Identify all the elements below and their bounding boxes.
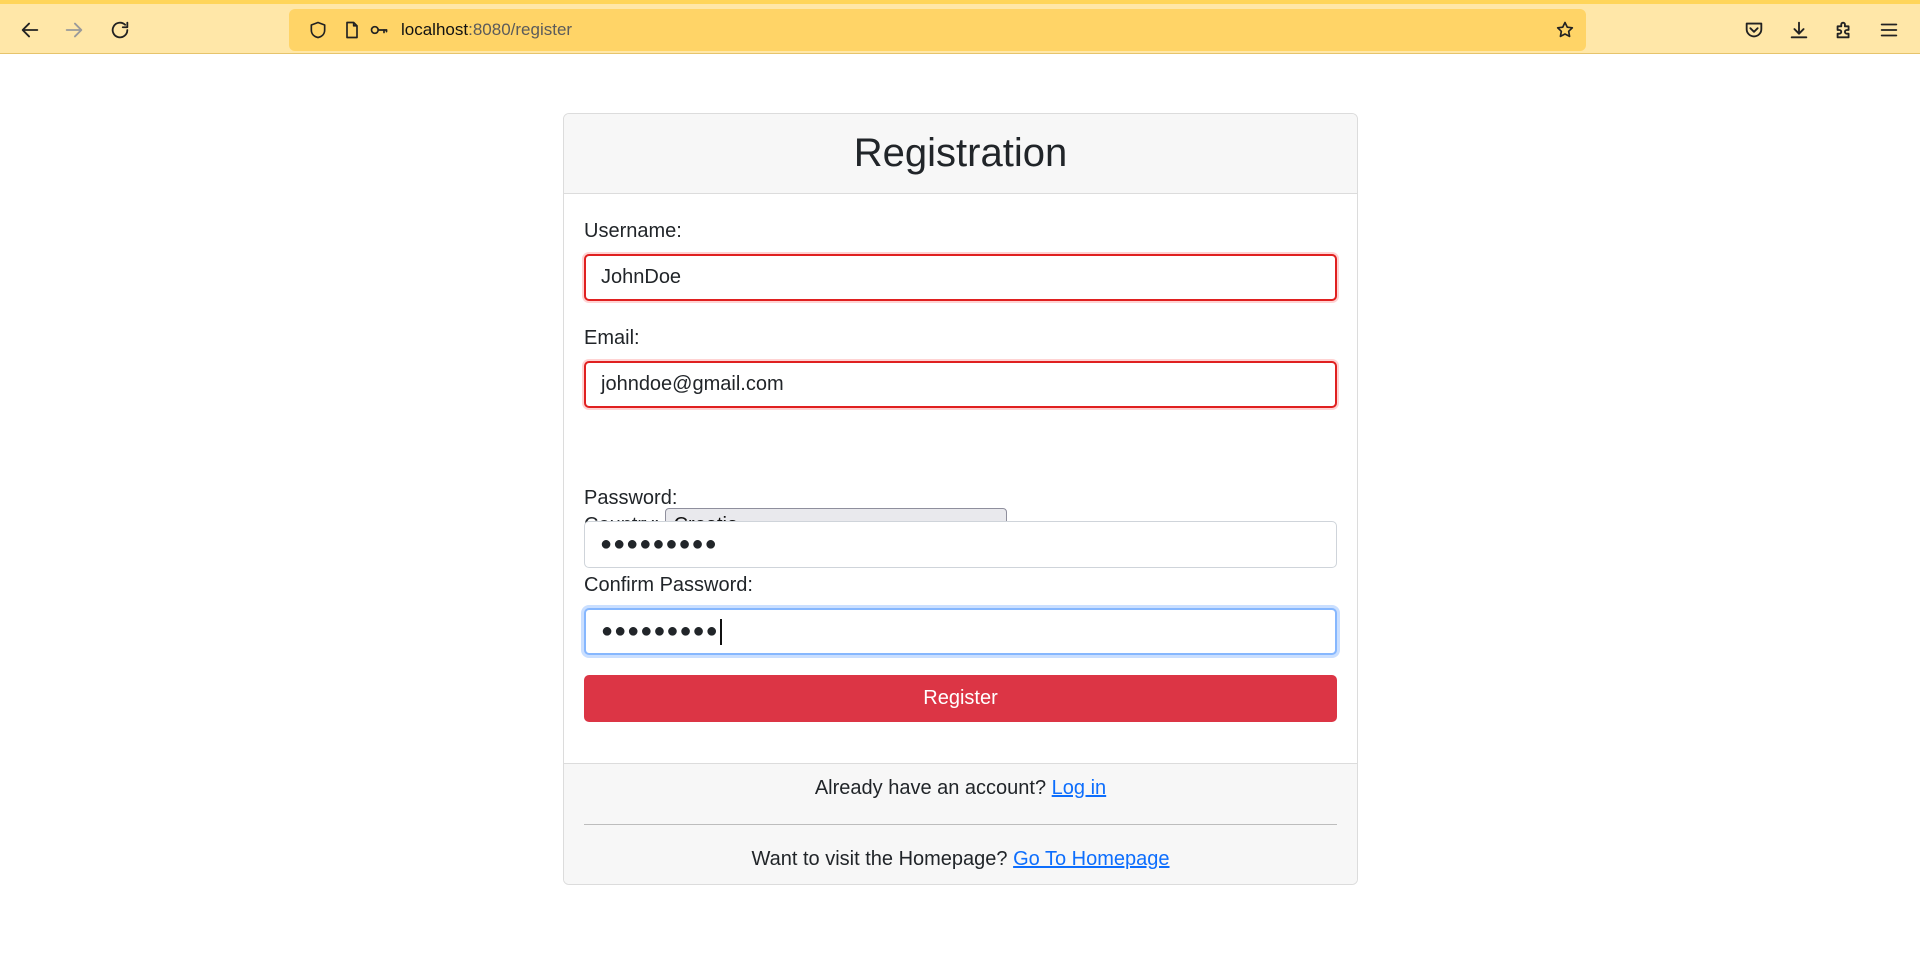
pocket-icon [1745, 22, 1763, 38]
hamburger-menu-icon [1880, 23, 1898, 37]
downloads-button[interactable] [1781, 12, 1817, 48]
page-icon[interactable] [340, 18, 364, 42]
extensions-button[interactable] [1826, 12, 1862, 48]
confirm-password-label: Confirm Password: [584, 574, 753, 596]
login-prompt-line: Already have an account? Log in [564, 777, 1357, 800]
back-arrow-icon [21, 22, 39, 38]
text-caret [719, 618, 722, 645]
key-icon[interactable] [367, 18, 391, 42]
address-bar[interactable]: localhost:8080/register [289, 9, 1586, 51]
username-value: JohnDoe [601, 266, 682, 288]
registration-card: Registration Username: JohnDoe Email: jo… [563, 113, 1358, 885]
homepage-prompt-text: Want to visit the Homepage? [751, 848, 1008, 870]
username-label: Username: [584, 220, 682, 242]
shield-icon[interactable] [306, 18, 330, 42]
forward-arrow-icon [65, 22, 83, 38]
card-footer: Already have an account? Log in Want to … [564, 763, 1357, 884]
password-label: Password: [584, 487, 678, 509]
login-prompt-text: Already have an account? [814, 777, 1047, 799]
reload-icon [111, 21, 129, 39]
page-title: Registration [853, 131, 1068, 175]
homepage-link[interactable]: Go To Homepage [1013, 848, 1169, 870]
confirm-password-masked-value: ●●●●●●●●● [601, 620, 719, 642]
confirm-password-input[interactable]: ●●●●●●●●● [584, 608, 1337, 655]
download-icon [1790, 21, 1808, 39]
email-value: johndoe@gmail.com [601, 373, 784, 395]
email-label: Email: [584, 327, 640, 349]
pocket-button[interactable] [1736, 12, 1772, 48]
reload-button[interactable] [102, 12, 138, 48]
username-input[interactable]: JohnDoe [584, 254, 1337, 301]
footer-divider [584, 824, 1337, 825]
forward-button[interactable] [56, 12, 92, 48]
browser-toolbar: localhost:8080/register [0, 0, 1920, 54]
card-header: Registration [564, 114, 1357, 194]
url-host: localhost [401, 20, 469, 39]
menu-button[interactable] [1871, 12, 1907, 48]
password-input[interactable]: ●●●●●●●●● [584, 521, 1337, 568]
register-button[interactable]: Register [584, 675, 1337, 722]
url-path: :8080/register [468, 20, 573, 39]
login-link[interactable]: Log in [1052, 777, 1107, 799]
registration-form: Username: JohnDoe Email: johndoe@gmail.c… [564, 194, 1357, 763]
email-input[interactable]: johndoe@gmail.com [584, 361, 1337, 408]
password-masked-value: ●●●●●●●●● [600, 533, 718, 555]
back-button[interactable] [12, 12, 48, 48]
puzzle-icon [1836, 21, 1850, 39]
homepage-prompt-line: Want to visit the Homepage? Go To Homepa… [564, 848, 1357, 871]
bookmark-star-icon[interactable] [1553, 18, 1577, 42]
url-text[interactable]: localhost:8080/register [401, 20, 572, 40]
